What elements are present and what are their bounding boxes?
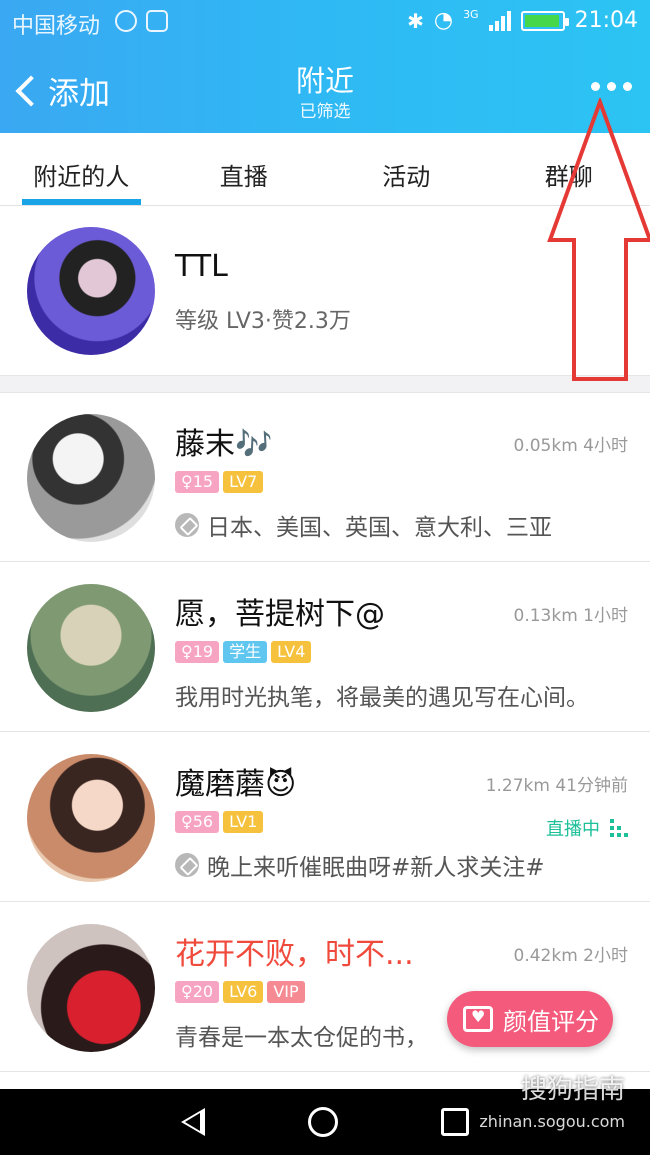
dot-icon [591,82,600,91]
badges: ♀19 学生 LV4 [175,641,312,663]
dot-icon [607,82,616,91]
gender-age-badge: ♀20 [175,981,220,1003]
tag-icon [175,513,199,537]
clock: 21:04 [574,8,638,33]
avatar[interactable] [27,227,155,355]
rate-appearance-button[interactable]: 颜值评分 [447,991,613,1047]
list-item[interactable]: 魔磨蘑😈 1.27km 41分钟前 ♀56 LV1 直播中 晚上来听催眠曲呀#新… [0,733,650,902]
desc-text: 日本、美国、英国、意大利、三亚 [207,515,552,541]
carrier-label: 中国移动 [12,14,101,39]
more-options-button[interactable] [591,82,632,91]
bluetooth-icon: ✱ [407,8,424,33]
live-status[interactable]: 直播中 [546,815,628,841]
tab-live[interactable]: 直播 [163,133,326,205]
watermark: 搜狗指南 zhinan.sogou.com [479,1069,625,1131]
person-desc: 我用时光执笔，将最美的遇见写在心间。 [175,678,589,712]
nav-back-icon[interactable] [181,1108,206,1136]
battery-icon [520,10,569,31]
person-name: 花开不败，时不... [175,937,414,972]
badges: ♀56 LV1 [175,811,264,833]
avatar[interactable] [27,924,155,1052]
annotation-arrow [547,98,650,381]
avatar[interactable] [27,584,155,712]
tab-events[interactable]: 活动 [325,133,488,205]
live-bars-icon [610,819,628,837]
app-notification-icon [115,10,137,32]
desc-text: 我用时光执笔，将最美的遇见写在心间。 [175,685,589,711]
person-name: 愿，菩提树下@ [175,597,385,632]
person-name: 藤末🎶 [175,427,273,462]
level-badge: LV6 [223,981,264,1003]
dot-icon [623,82,632,91]
live-label: 直播中 [546,819,600,840]
gender-age-badge: ♀56 [175,811,220,833]
person-desc: 青春是一本太仓促的书， [175,1018,428,1052]
avatar[interactable] [27,754,155,882]
status-right: ✱ ◔ 3G 21:04 [407,8,638,33]
desc-text: 青春是一本太仓促的书， [175,1025,428,1051]
page-title: 附近 [295,64,354,98]
network-type: 3G [463,8,479,21]
vip-badge: VIP [267,981,305,1003]
signal-icon [488,10,511,31]
list-item[interactable]: 藤末🎶 0.05km 4小时 ♀15 LV7 日本、美国、英国、意大利、三亚 [0,393,650,562]
distance-time: 0.05km 4小时 [513,436,628,456]
student-badge: 学生 [223,641,268,663]
level-badge: LV7 [223,471,264,493]
avatar[interactable] [27,414,155,542]
badges: ♀15 LV7 [175,471,264,493]
self-name: TTL [175,249,228,284]
distance-time: 0.42km 2小时 [513,946,628,966]
person-desc: 晚上来听催眠曲呀#新人求关注# [175,848,545,882]
tab-nearby-people[interactable]: 附近的人 [0,133,163,205]
distance-time: 1.27km 41分钟前 [485,776,628,796]
nav-recents-icon[interactable] [440,1108,469,1136]
distance-time: 0.13km 1小时 [513,606,628,626]
self-info: 等级 LV3·赞2.3万 [175,309,351,334]
image-notification-icon [146,10,168,32]
rate-label: 颜值评分 [503,1007,599,1036]
badges: ♀20 LV6 VIP [175,981,305,1003]
list-item[interactable]: 愿，菩提树下@ 0.13km 1小时 ♀19 学生 LV4 我用时光执笔，将最美… [0,563,650,732]
wifi-icon: ◔ [433,8,454,33]
gender-age-badge: ♀19 [175,641,220,663]
person-desc: 日本、美国、英国、意大利、三亚 [175,508,552,542]
status-bar: 中国移动 ✱ ◔ 3G 21:04 [0,0,650,44]
desc-text: 晚上来听催眠曲呀#新人求关注# [207,855,545,881]
gender-age-badge: ♀15 [175,471,220,493]
watermark-url: zhinan.sogou.com [479,1112,625,1131]
person-name: 魔磨蘑😈 [175,767,297,802]
tag-icon [175,853,199,877]
card-heart-icon [463,1006,493,1032]
nav-home-icon[interactable] [307,1107,338,1137]
level-badge: LV1 [223,811,264,833]
level-badge: LV4 [271,641,312,663]
watermark-brand: 搜狗指南 [520,1075,625,1105]
